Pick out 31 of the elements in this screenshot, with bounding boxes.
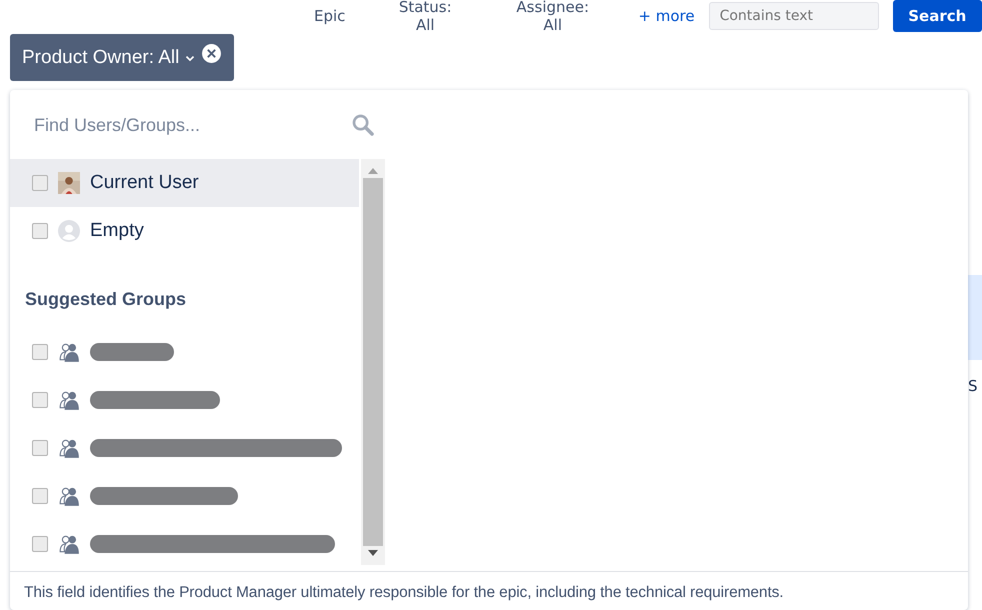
group-icon	[58, 389, 80, 411]
field-description: This field identifies the Product Manager ultimately responsible for the epic, including the technical requirements.	[24, 584, 785, 602]
user-option[interactable]: Current User	[10, 159, 360, 207]
group-icon	[58, 485, 80, 507]
filter-button[interactable]: Status: All	[373, 0, 478, 34]
checkbox[interactable]	[32, 536, 48, 552]
section-heading: Suggested Groups	[24, 288, 188, 311]
search-button[interactable]: Search	[892, 0, 982, 32]
product-owner-filter-button[interactable]: Product Owner: All	[10, 34, 234, 81]
clear-icon	[201, 43, 222, 64]
user-option[interactable]: Empty	[10, 207, 360, 255]
group-icon	[58, 341, 80, 363]
avatar-icon	[58, 220, 80, 242]
scrollbar[interactable]	[361, 159, 385, 565]
scroll-down-arrow-icon[interactable]	[368, 550, 378, 556]
checkbox[interactable]	[32, 440, 48, 456]
text-search-field[interactable]: Contains text	[708, 2, 879, 30]
text-fragment: S	[968, 377, 978, 395]
checkbox[interactable]	[32, 175, 48, 191]
checkbox[interactable]	[32, 344, 48, 360]
group-icon	[58, 437, 80, 459]
checkbox[interactable]	[32, 223, 48, 239]
group-icon	[58, 533, 80, 555]
checkbox[interactable]	[32, 392, 48, 408]
filter-button[interactable]: Assignee: All	[491, 0, 614, 34]
more-link[interactable]: + more	[638, 7, 695, 25]
search-icon	[351, 113, 375, 137]
checkbox[interactable]	[32, 488, 48, 504]
user-search-field[interactable]: Find Users/Groups...	[20, 114, 351, 136]
scrollbar-thumb[interactable]	[363, 178, 384, 546]
filter-button[interactable]: Epic	[300, 7, 360, 25]
